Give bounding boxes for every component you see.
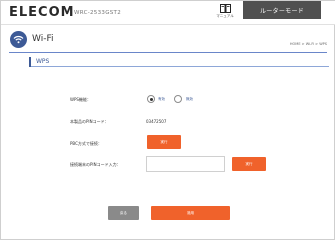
section-marker [29, 57, 31, 67]
breadcrumb: HOME > Wi-Fi > WPS [289, 42, 327, 46]
manual-button[interactable]: マニュアル [213, 4, 237, 22]
wps-enable-radio[interactable] [147, 95, 155, 103]
apply-button[interactable]: 適用 [151, 206, 230, 220]
model-name: WRC-2533GST2 [74, 10, 122, 16]
manual-label: マニュアル [216, 14, 234, 18]
device-pin-label: 本製品のPINコード： [70, 119, 109, 124]
back-button[interactable]: 戻る [108, 206, 139, 220]
section-label: WPS [36, 58, 50, 65]
section-header-wps: WPS [29, 57, 329, 67]
client-pin-label: 接続端末のPINコード入力： [70, 162, 121, 167]
brand-logo: ELECOM [9, 5, 75, 20]
wifi-icon [10, 31, 27, 48]
page-title: Wi-Fi [32, 34, 54, 44]
client-pin-execute-button[interactable]: 実行 [232, 157, 266, 171]
page-title-bar: Wi-Fi HOME > Wi-Fi > WPS [1, 31, 335, 57]
radio-selected-dot [149, 97, 153, 101]
client-pin-input[interactable] [146, 156, 225, 172]
wps-disable-label[interactable]: 無効 [186, 97, 193, 102]
top-header: ELECOM WRC-2533GST2 マニュアル ルーターモード [1, 1, 335, 25]
router-admin-page: ELECOM WRC-2533GST2 マニュアル ルーターモード Wi-Fi … [0, 0, 335, 240]
wps-enable-label[interactable]: 有効 [158, 97, 165, 102]
pbc-execute-button[interactable]: 実行 [147, 135, 181, 149]
router-mode-button[interactable]: ルーターモード [243, 1, 321, 19]
wps-function-label: WPS機能： [70, 97, 91, 102]
wps-disable-radio[interactable] [174, 95, 182, 103]
book-icon [219, 4, 231, 13]
device-pin-value: 03472507 [146, 119, 167, 124]
title-divider [9, 52, 327, 53]
pbc-label: PBC方式で接続： [70, 141, 102, 146]
